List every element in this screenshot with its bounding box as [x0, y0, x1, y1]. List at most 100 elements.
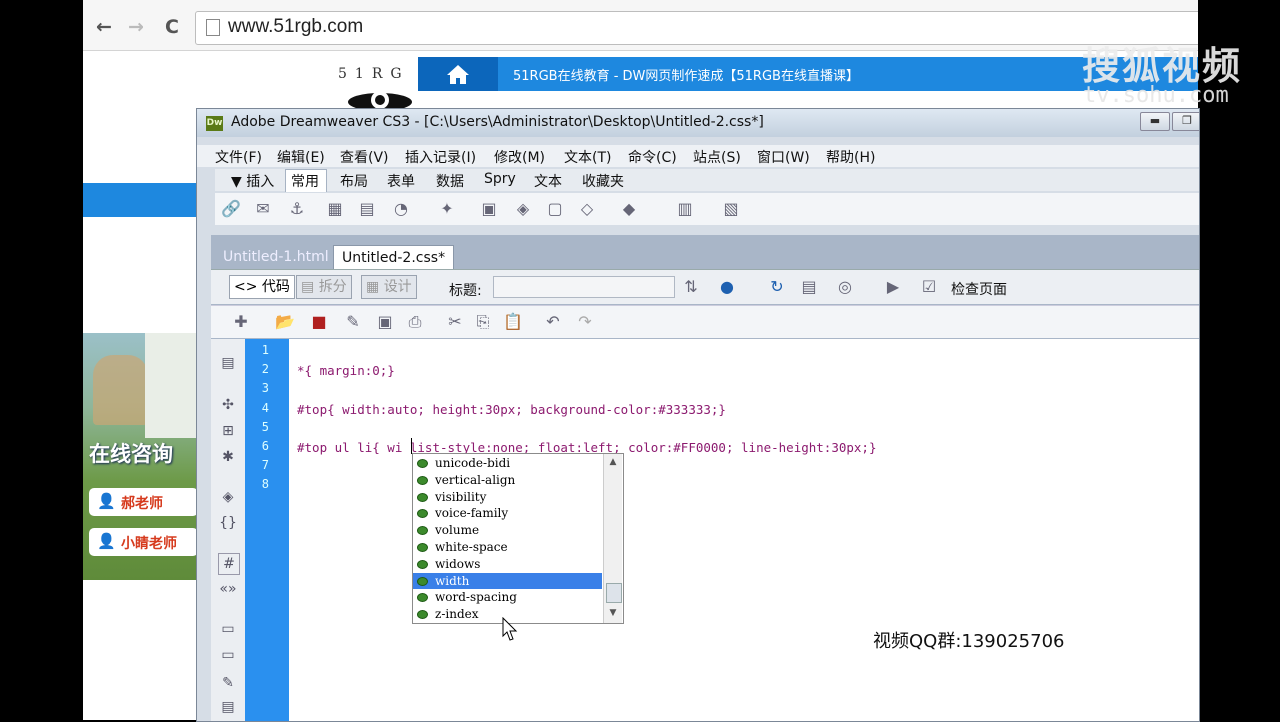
select-parent-tag-icon[interactable]: ◈ [218, 487, 238, 507]
insert-panel-toggle[interactable]: ▼ 插入 [231, 171, 274, 191]
script-icon[interactable]: ◆ [619, 199, 639, 219]
view-options-icon[interactable]: ▤ [799, 277, 819, 297]
code-view-icon: <> [234, 279, 262, 295]
menu-text[interactable]: 文本(T) [564, 147, 611, 167]
visual-aids-icon[interactable]: ◎ [835, 277, 855, 297]
code-hint-item[interactable]: visibility [413, 489, 602, 506]
wrap-tag-icon[interactable]: ✎ [218, 673, 238, 693]
address-bar[interactable]: www.51rgb.com [195, 11, 1198, 45]
design-view-button[interactable]: ▦ 设计 [361, 275, 417, 299]
print-icon[interactable]: ⎙ [405, 312, 425, 332]
paste-icon[interactable]: 📋 [503, 312, 523, 332]
window-titlebar: Dw Adobe Dreamweaver CS3 - [C:\Users\Adm… [197, 109, 1199, 137]
preview-browser-icon[interactable]: ● [717, 277, 737, 297]
code-hint-item[interactable]: volume [413, 522, 602, 539]
insert-tab-favorites[interactable]: 收藏夹 [582, 171, 624, 191]
doc-tab-untitled-2[interactable]: Untitled-2.css* [333, 245, 455, 270]
collapse-selection-icon[interactable]: ⊞ [218, 421, 238, 441]
image-icon[interactable]: ◔ [391, 199, 411, 219]
code-hint-item[interactable]: white-space [413, 539, 602, 556]
doc-title-input[interactable] [493, 276, 675, 298]
hyperlink-icon[interactable]: 🔗 [221, 199, 241, 219]
open-icon[interactable]: 📂 [275, 312, 295, 332]
remove-comment-icon[interactable]: ▭ [218, 645, 238, 665]
code-hint-item[interactable]: unicode-bidi [413, 455, 602, 472]
email-link-icon[interactable]: ✉ [253, 199, 273, 219]
check-page-button[interactable]: 检查页面 [951, 279, 1007, 299]
head-icon[interactable]: ◇ [577, 199, 597, 219]
copy-icon[interactable]: ⎘ [473, 312, 493, 332]
cut-icon[interactable]: ✂ [445, 312, 465, 332]
highlight-invalid-icon[interactable]: «» [218, 579, 238, 599]
code-hint-label: word-spacing [435, 590, 517, 605]
home-button[interactable] [418, 57, 498, 91]
scroll-up-icon[interactable]: ▲ [604, 454, 622, 470]
new-file-icon[interactable]: ✚ [231, 312, 251, 332]
insert-tab-common[interactable]: 常用 [291, 171, 319, 191]
forward-button[interactable]: → [123, 14, 149, 40]
document-toolbar: <> 代码 ▤ 拆分 ▦ 设计 标题: ⇅ ● ↻ ▤ ◎ ▶ ☑ 检查页面 [211, 269, 1199, 304]
menu-insert-record[interactable]: 插入记录(I) [405, 147, 476, 167]
insert-tab-layout[interactable]: 布局 [340, 171, 368, 191]
code-hint-item[interactable]: voice-family [413, 505, 602, 522]
validate-icon[interactable]: ▶ [883, 277, 903, 297]
insert-tab-data[interactable]: 数据 [436, 171, 464, 191]
code-editor[interactable]: ▤ ✣ ⊞ ✱ ◈ {} # «» ▭ ▭ ✎ ▤ 1 2 3 4 5 6 7 [211, 339, 1199, 721]
date-icon[interactable]: ▣ [479, 199, 499, 219]
undo-icon[interactable]: ↶ [543, 312, 563, 332]
menu-site[interactable]: 站点(S) [693, 147, 741, 167]
apply-comment-icon[interactable]: ▭ [218, 619, 238, 639]
div-icon[interactable]: ▤ [357, 199, 377, 219]
named-anchor-icon[interactable]: ⚓ [287, 199, 307, 219]
browse-bridge-icon[interactable]: ■ [309, 312, 329, 332]
recent-snippets-icon[interactable]: ▤ [218, 697, 238, 717]
insert-bar: ▼ 插入 常用 布局 表单 数据 Spry 文本 收藏夹 [215, 169, 1199, 192]
save-all-icon[interactable]: ▣ [375, 312, 395, 332]
code-hint-scrollbar[interactable]: ▲ ▼ [603, 454, 622, 623]
scroll-thumb[interactable] [606, 583, 622, 603]
design-view-label: 设计 [383, 279, 412, 295]
open-documents-icon[interactable]: ▤ [218, 353, 238, 373]
code-hint-label: vertical-align [435, 472, 516, 487]
minimize-button[interactable]: ▬ [1140, 112, 1170, 131]
code-view-button[interactable]: <> 代码 [229, 275, 295, 299]
balance-braces-icon[interactable]: {} [218, 513, 238, 533]
menu-help[interactable]: 帮助(H) [826, 147, 875, 167]
templates-icon[interactable]: ▥ [675, 199, 695, 219]
back-button[interactable]: ← [91, 14, 117, 40]
teacher-link-hao[interactable]: 👤 郝老师 [89, 488, 198, 516]
line-numbers-icon[interactable]: # [218, 553, 240, 575]
doc-tab-untitled-1[interactable]: Untitled-1.html [215, 245, 337, 269]
save-icon[interactable]: ✎ [343, 312, 363, 332]
code-hint-item-selected[interactable]: width [413, 572, 602, 590]
comment-icon[interactable]: ▢ [545, 199, 565, 219]
check-page-icon[interactable]: ☑ [919, 277, 939, 297]
teacher-link-xiaojing[interactable]: 👤 小睛老师 [89, 528, 198, 556]
tag-chooser-icon[interactable]: ▧ [721, 199, 741, 219]
insert-tab-forms[interactable]: 表单 [387, 171, 415, 191]
redo-icon[interactable]: ↷ [575, 312, 595, 332]
code-hint-item[interactable]: word-spacing [413, 589, 602, 606]
file-management-icon[interactable]: ⇅ [681, 277, 701, 297]
refresh-icon[interactable]: ↻ [767, 277, 787, 297]
menu-view[interactable]: 查看(V) [340, 147, 389, 167]
menu-file[interactable]: 文件(F) [215, 147, 262, 167]
collapse-tag-icon[interactable]: ✣ [218, 395, 238, 415]
insert-tab-text[interactable]: 文本 [534, 171, 562, 191]
expand-all-icon[interactable]: ✱ [218, 447, 238, 467]
watermark-url: tv.sohu.com [1083, 83, 1229, 108]
server-include-icon[interactable]: ◈ [513, 199, 533, 219]
table-icon[interactable]: ▦ [325, 199, 345, 219]
menu-edit[interactable]: 编辑(E) [277, 147, 325, 167]
media-icon[interactable]: ✦ [437, 199, 457, 219]
menu-window[interactable]: 窗口(W) [757, 147, 810, 167]
code-hint-item[interactable]: widows [413, 556, 602, 573]
maximize-button[interactable]: ❐ [1172, 112, 1199, 131]
split-view-button[interactable]: ▤ 拆分 [296, 275, 352, 299]
scroll-down-icon[interactable]: ▼ [604, 605, 622, 621]
reload-button[interactable]: C [159, 14, 185, 40]
menu-commands[interactable]: 命令(C) [628, 147, 677, 167]
code-hint-item[interactable]: vertical-align [413, 472, 602, 489]
insert-tab-spry[interactable]: Spry [484, 171, 516, 187]
menu-modify[interactable]: 修改(M) [494, 147, 545, 167]
